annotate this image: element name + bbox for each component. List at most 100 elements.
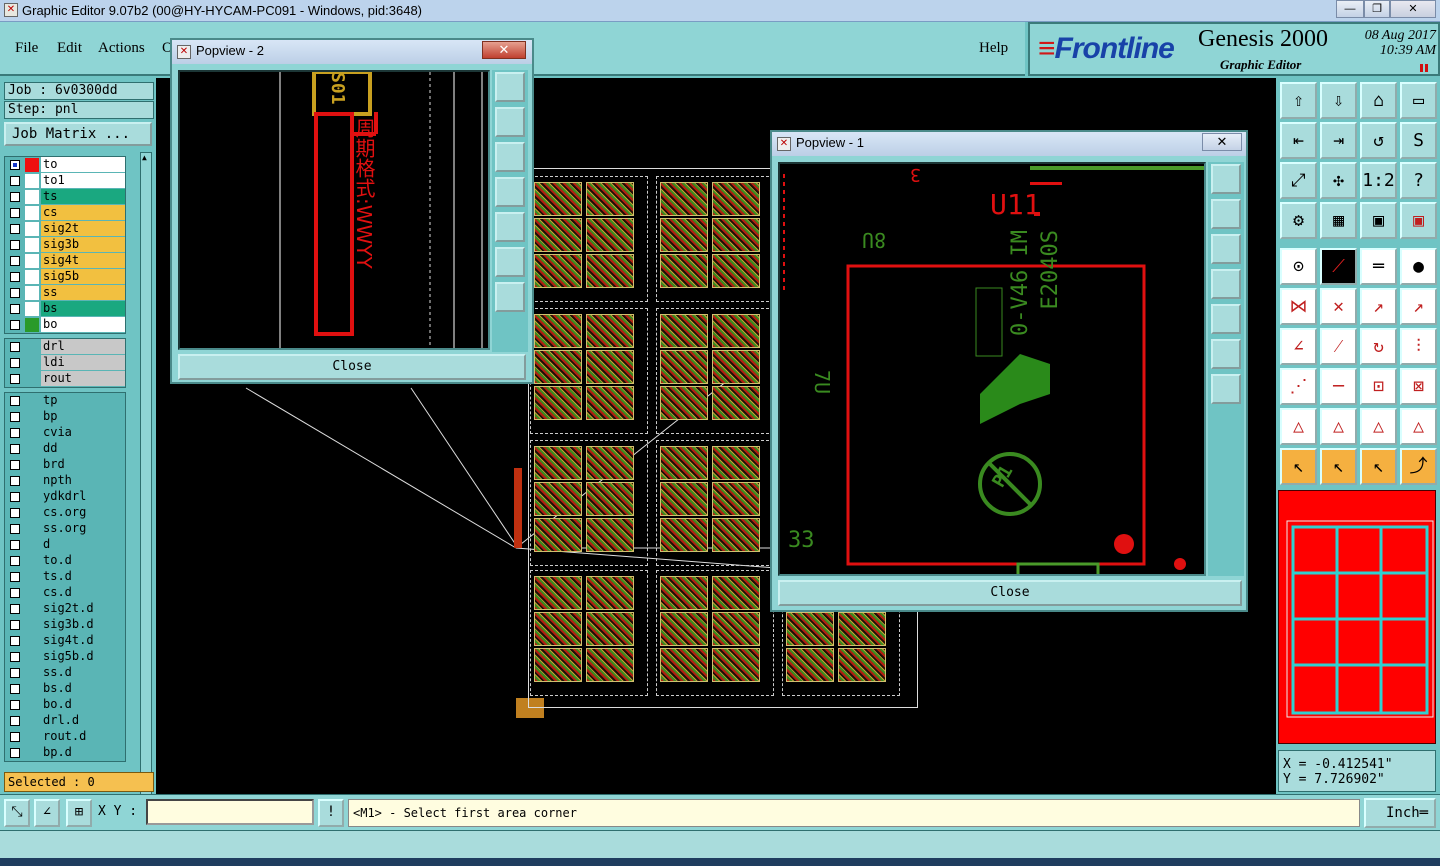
resize-icon[interactable]: ⊡ (1360, 368, 1397, 405)
layer-name[interactable]: rout (41, 371, 125, 386)
triangle4-icon[interactable]: △ (1400, 408, 1437, 445)
layer-row-bp-d[interactable]: bp.d (5, 745, 125, 761)
menu-actions[interactable]: Actions (98, 40, 145, 57)
minimap[interactable] (1278, 490, 1436, 744)
triangle2-icon[interactable]: △ (1320, 408, 1357, 445)
layer-row-to1[interactable]: to1 (5, 173, 125, 189)
layer-row-bp[interactable]: bp (5, 409, 125, 425)
layer-name[interactable]: bs.d (41, 681, 125, 696)
layer-checkbox[interactable] (10, 374, 20, 384)
layer-name[interactable]: ldi (41, 355, 125, 370)
layer-name[interactable]: sig3b.d (41, 617, 125, 632)
menu-edit[interactable]: Edit (57, 40, 82, 57)
layer-checkbox[interactable] (10, 540, 20, 550)
layer-checkbox[interactable] (10, 304, 20, 314)
layer-row-sig4t[interactable]: sig4t (5, 253, 125, 269)
layer-checkbox[interactable] (10, 508, 20, 518)
window-icon[interactable]: ▭ (1400, 82, 1437, 119)
layer-row-bs-d[interactable]: bs.d (5, 681, 125, 697)
xy-input[interactable] (146, 799, 314, 825)
minus-icon[interactable]: ─ (1320, 368, 1357, 405)
dot-icon[interactable]: ● (1400, 248, 1437, 285)
layers-icon[interactable]: ▣ (1360, 202, 1397, 239)
layer-row-tp[interactable]: tp (5, 393, 125, 409)
layer-checkbox[interactable] (10, 342, 20, 352)
layer-name[interactable]: d (41, 537, 125, 552)
layer-name[interactable]: cs.d (41, 585, 125, 600)
layer-checkbox[interactable] (10, 240, 20, 250)
layer-name[interactable]: bs (41, 301, 125, 316)
layer-checkbox[interactable] (10, 272, 20, 282)
group-icon[interactable]: ⊠ (1400, 368, 1437, 405)
move-left-icon[interactable] (1211, 269, 1241, 299)
layer-name[interactable]: to.d (41, 553, 125, 568)
layer-checkbox[interactable] (10, 668, 20, 678)
help-icon[interactable]: ? (1400, 162, 1437, 199)
layer-row-ldi[interactable]: ldi (5, 355, 125, 371)
layer-row-to-d[interactable]: to.d (5, 553, 125, 569)
layer-checkbox[interactable] (10, 556, 20, 566)
triangle-icon[interactable]: △ (1280, 408, 1317, 445)
layer-name[interactable]: sig2t (41, 221, 125, 236)
layer-row-sig2t[interactable]: sig2t (5, 221, 125, 237)
layer-row-ss-org[interactable]: ss.org (5, 521, 125, 537)
layer-checkbox[interactable] (10, 524, 20, 534)
layer-name[interactable]: ts (41, 189, 125, 204)
line2-icon[interactable]: ↗ (1400, 288, 1437, 325)
layer-checkbox[interactable] (10, 176, 20, 186)
layer-row-ss-d[interactable]: ss.d (5, 665, 125, 681)
building-icon[interactable]: ⌂ (1360, 82, 1397, 119)
diag-icon[interactable]: ⁄ (1320, 328, 1357, 365)
move-down-icon[interactable] (1211, 234, 1241, 264)
layer-checkbox[interactable] (10, 636, 20, 646)
layer-name[interactable]: cs.org (41, 505, 125, 520)
layer-name[interactable]: ts.d (41, 569, 125, 584)
pointer-icon[interactable]: ↖ (1280, 448, 1317, 485)
move-left-icon[interactable] (495, 177, 525, 207)
zoom-fit-icon[interactable] (1211, 164, 1241, 194)
layer-checkbox[interactable] (10, 192, 20, 202)
layer-row-cs[interactable]: cs (5, 205, 125, 221)
right-arrow-icon[interactable]: ⇥ (1320, 122, 1357, 159)
popview-1-close-button[interactable]: Close (778, 580, 1242, 606)
rotate-icon[interactable]: ↻ (1360, 328, 1397, 365)
layer-row-brd[interactable]: brd (5, 457, 125, 473)
snapshot-icon[interactable]: ⇩ (1320, 82, 1357, 119)
layer-checkbox[interactable] (10, 652, 20, 662)
layer-row-sig3b[interactable]: sig3b (5, 237, 125, 253)
layer-checkbox[interactable] (10, 588, 20, 598)
zoom-in-icon[interactable] (1211, 374, 1241, 404)
layer-row-sig4t-d[interactable]: sig4t.d (5, 633, 125, 649)
layer-row-cs-d[interactable]: cs.d (5, 585, 125, 601)
fit-icon[interactable]: ⤢ (1280, 162, 1317, 199)
layer-row-bo-d[interactable]: bo.d (5, 697, 125, 713)
layer-name[interactable]: bp (41, 409, 125, 424)
layer-checkbox[interactable] (10, 604, 20, 614)
line-icon[interactable]: ↗ (1360, 288, 1397, 325)
layers-red-icon[interactable]: ▣ (1400, 202, 1437, 239)
layer-name[interactable]: to1 (41, 173, 125, 188)
layer-name[interactable]: to (41, 157, 125, 172)
move-up-icon[interactable] (495, 107, 525, 137)
grid-icon[interactable]: ▦ (1320, 202, 1357, 239)
move-up-icon[interactable] (1211, 199, 1241, 229)
layer-checkbox[interactable] (10, 492, 20, 502)
zoom-area-icon[interactable]: ⤡ (4, 799, 30, 827)
layer-checkbox[interactable] (10, 412, 20, 422)
s-curve-icon[interactable]: S (1400, 122, 1437, 159)
layer-row-ydkdrl[interactable]: ydkdrl (5, 489, 125, 505)
menu-file[interactable]: File (15, 40, 38, 57)
popview-1-view[interactable]: U11 3 8U 0-V46 IM E2040S 33 7U P1 (778, 162, 1206, 576)
layer-name[interactable]: bo.d (41, 697, 125, 712)
layer-name[interactable]: cs (41, 205, 125, 220)
layer-checkbox[interactable] (10, 288, 20, 298)
layer-checkbox[interactable] (10, 684, 20, 694)
circle-point-icon[interactable]: ⊙ (1280, 248, 1317, 285)
layer-checkbox[interactable] (10, 700, 20, 710)
move-right-icon[interactable] (495, 212, 525, 242)
popview-2-close-button[interactable]: Close (178, 354, 526, 380)
job-matrix-button[interactable]: Job Matrix ... (4, 122, 152, 146)
layer-row-ts[interactable]: ts (5, 189, 125, 205)
layer-row-sig5b-d[interactable]: sig5b.d (5, 649, 125, 665)
layer-row-sig5b[interactable]: sig5b (5, 269, 125, 285)
